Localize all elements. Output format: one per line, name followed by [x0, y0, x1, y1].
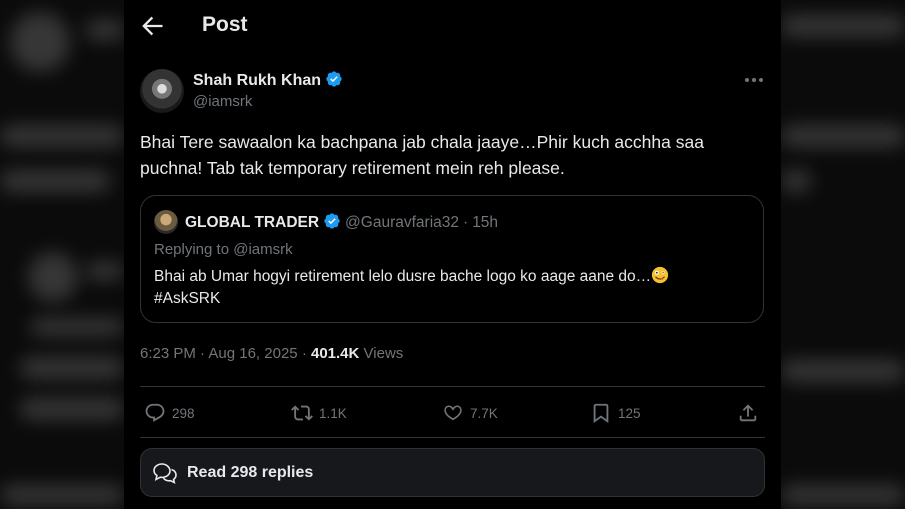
tweet-text: Bhai Tere sawaalon ka bachpana jab chala… [140, 132, 704, 178]
blurred-background-right [781, 0, 905, 509]
bookmark-icon [593, 403, 609, 424]
separator-dot: · [463, 214, 469, 231]
quoted-author-name[interactable]: GLOBAL TRADER [185, 214, 319, 231]
quoted-tweet-body: Bhai ab Umar hogyi retirement lelo dusre… [154, 268, 652, 285]
bookmark-button[interactable]: 125 [590, 398, 641, 428]
quoted-tweet-text: Bhai ab Umar hogyi retirement lelo dusre… [154, 266, 734, 310]
repost-icon [291, 405, 313, 421]
blurred-background-left [0, 0, 124, 509]
share-icon [739, 404, 757, 422]
verified-badge-icon [324, 213, 340, 229]
action-bar: 298 1.1K 7.7K 125 [124, 398, 781, 428]
zany-face-emoji-icon [652, 266, 669, 284]
quoted-author-handle[interactable]: @Gauravfaria32 [345, 214, 459, 231]
bookmark-count: 125 [618, 405, 641, 421]
tweet-meta: 6:23 PM · Aug 16, 2025 · 401.4K Views [140, 345, 403, 362]
post-panel: Post Shah Rukh Khan @iamsrk Bhai Tere sa… [124, 0, 781, 509]
tweet-date[interactable]: Aug 16, 2025 [208, 345, 297, 362]
quoted-tweet-age: 15h [472, 214, 499, 231]
top-bar: Post [124, 0, 781, 54]
like-icon [444, 405, 462, 421]
author-handle[interactable]: @iamsrk [193, 93, 252, 110]
repost-count: 1.1K [319, 405, 347, 421]
author-name-row[interactable]: Shah Rukh Khan [193, 70, 343, 90]
read-replies-label: Read 298 replies [187, 463, 314, 481]
quoted-author-avatar[interactable] [154, 210, 178, 234]
speech-bubbles-icon [153, 462, 177, 484]
back-arrow-icon[interactable] [138, 12, 166, 40]
author-avatar[interactable] [140, 69, 184, 113]
like-button[interactable]: 7.7K [442, 398, 498, 428]
divider [140, 386, 765, 387]
read-replies-button[interactable]: Read 298 replies [140, 448, 765, 497]
share-button[interactable] [737, 398, 765, 428]
repost-button[interactable]: 1.1K [291, 398, 347, 428]
quoted-tweet-card[interactable]: GLOBAL TRADER @Gauravfaria32 · 15h Replyin… [140, 195, 764, 323]
views-count: 401.4K [310, 345, 360, 362]
author-name[interactable]: Shah Rukh Khan [193, 72, 321, 89]
like-count: 7.7K [470, 405, 498, 421]
divider [140, 437, 765, 438]
views-label: Views [363, 345, 404, 362]
reply-button[interactable]: 298 [144, 398, 195, 428]
tweet-time[interactable]: 6:23 PM [140, 345, 196, 362]
more-icon[interactable] [743, 70, 765, 90]
reply-count: 298 [172, 405, 195, 421]
replying-to: Replying to @iamsrk [154, 241, 293, 258]
hashtag[interactable]: #AskSRK [154, 290, 220, 307]
quoted-tweet-header: GLOBAL TRADER @Gauravfaria32 · 15h [185, 212, 498, 232]
separator-dot: · [301, 345, 311, 362]
verified-badge-icon [326, 71, 342, 87]
page-title: Post [202, 13, 248, 36]
reply-icon [145, 403, 165, 422]
